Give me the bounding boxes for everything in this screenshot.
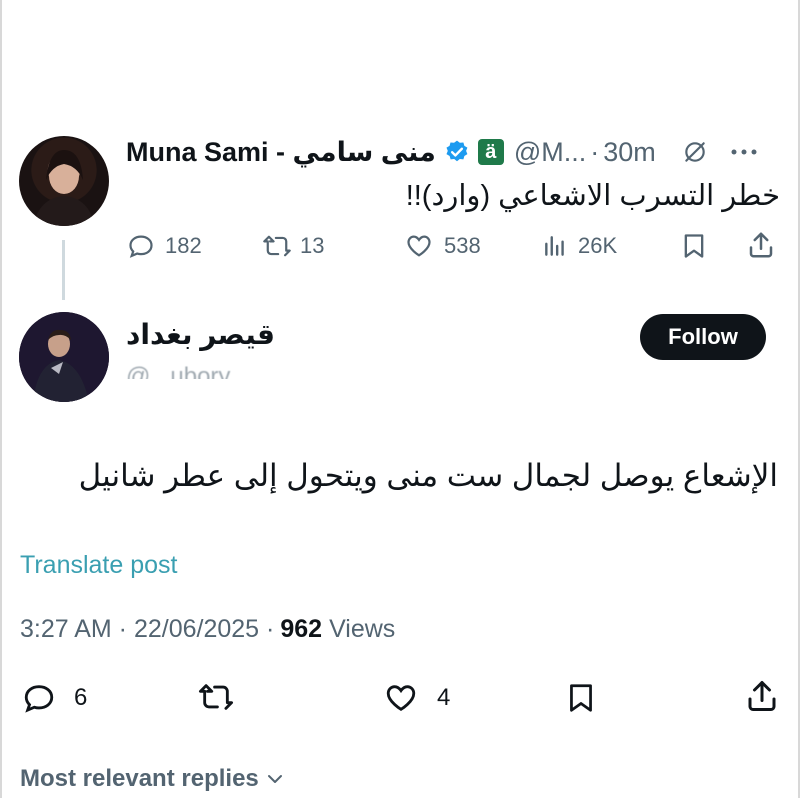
- chevron-down-icon: [265, 769, 285, 789]
- thread-connector-line: [62, 240, 65, 300]
- follow-button-label: Follow: [668, 324, 738, 349]
- like-action[interactable]: 538: [404, 230, 481, 262]
- affiliate-badge-icon: ä: [477, 139, 504, 165]
- post-text: خطر التسرب الاشعاعي (وارد)!!: [405, 180, 780, 212]
- reply-action[interactable]: 182: [127, 230, 202, 262]
- reply-count: 182: [165, 233, 202, 258]
- more-options-icon[interactable]: [730, 147, 758, 157]
- analytics-icon: [542, 233, 568, 259]
- reply-count: 6: [74, 684, 88, 711]
- views-number: 962: [280, 614, 323, 643]
- share-icon[interactable]: [744, 678, 780, 714]
- repost-action[interactable]: 13: [262, 230, 324, 262]
- views-count: 26K: [578, 233, 618, 258]
- post-text: الإشعاع يوصل لجمال ست منى ويتحول إلى عطر…: [78, 458, 778, 493]
- avatar[interactable]: [19, 312, 109, 402]
- affiliate-badge-glyph: ä: [485, 140, 497, 163]
- reply-action[interactable]: 6: [22, 680, 87, 716]
- replies-sort-label: Most relevant replies: [20, 765, 259, 792]
- heart-icon: [404, 232, 434, 260]
- grok-icon[interactable]: [682, 139, 708, 165]
- verified-badge-icon: [444, 139, 470, 165]
- author-name[interactable]: قيصر بغداد: [126, 318, 275, 351]
- post-metadata: 3:27 AM · 22/06/2025 · 962 Views: [20, 612, 395, 646]
- like-count: 4: [437, 684, 451, 711]
- follow-button[interactable]: Follow: [640, 314, 766, 360]
- header-separator: ·: [590, 136, 600, 167]
- repost-icon[interactable]: [196, 680, 236, 714]
- heart-icon: [383, 681, 419, 715]
- bookmark-icon[interactable]: [566, 680, 596, 716]
- post-time[interactable]: 30m: [603, 137, 656, 168]
- reply-icon: [22, 681, 56, 715]
- share-icon[interactable]: [746, 230, 776, 260]
- avatar[interactable]: [19, 136, 109, 226]
- repost-count: 13: [300, 233, 325, 258]
- replies-sort-dropdown[interactable]: Most relevant replies: [20, 762, 285, 796]
- author-handle[interactable]: @M...: [514, 137, 586, 168]
- like-count: 538: [444, 233, 481, 258]
- post-timestamp[interactable]: 3:27 AM · 22/06/2025 ·: [20, 615, 274, 644]
- repost-icon: [262, 232, 292, 260]
- views-action[interactable]: 26K: [542, 230, 617, 262]
- translate-post-link[interactable]: Translate post: [20, 551, 177, 580]
- author-name[interactable]: Muna Sami - منى سامي: [126, 137, 436, 168]
- reply-icon: [127, 232, 155, 260]
- screen-edge-left: [0, 0, 2, 798]
- author-handle[interactable]: @...ubory: [126, 359, 331, 379]
- bookmark-icon[interactable]: [681, 232, 707, 260]
- like-action[interactable]: 4: [383, 680, 450, 716]
- views-label: Views: [329, 614, 396, 643]
- author-handle-text: @...ubory: [126, 363, 231, 379]
- post-header: Muna Sami - منى سامي ä @M... · 30m: [126, 132, 758, 172]
